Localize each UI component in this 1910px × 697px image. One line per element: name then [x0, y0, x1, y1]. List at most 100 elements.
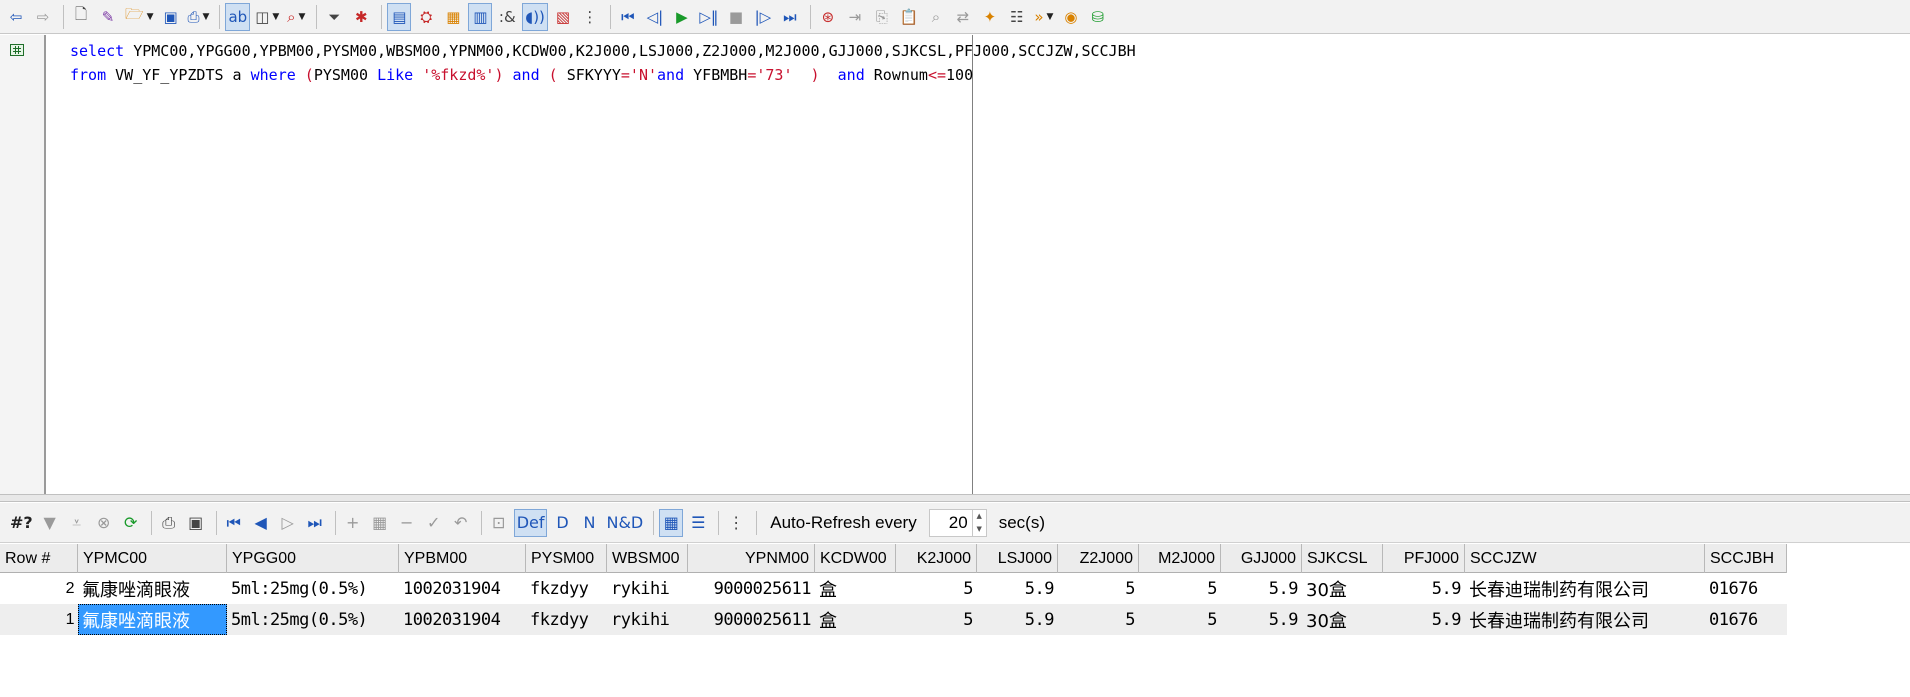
refresh-interval-value[interactable]: 20 [930, 513, 972, 533]
column-header[interactable]: YPMC00 [78, 544, 227, 573]
table-cell[interactable]: 5 [1058, 604, 1139, 635]
detail-view-icon[interactable]: D [550, 509, 574, 537]
table-cell[interactable]: 5ml:25mg(0.5%) [227, 604, 399, 635]
table-cell[interactable]: 长春迪瑞制药有限公司 [1465, 573, 1705, 604]
indent-icon[interactable]: ⇥ [843, 3, 867, 31]
substitution-icon[interactable]: :& [495, 3, 519, 31]
table-cell[interactable]: 9000025611 [688, 604, 815, 635]
table-cell[interactable]: 9000025611 [688, 573, 815, 604]
stop-icon[interactable]: ■ [724, 3, 748, 31]
row-number[interactable]: 1 [0, 604, 78, 635]
cancel-icon[interactable]: ⊗ [92, 509, 116, 537]
format-icon[interactable]: ⋮ [578, 3, 602, 31]
column-header[interactable]: GJJ000 [1221, 544, 1302, 573]
table-cell[interactable]: 5.9 [1221, 604, 1302, 635]
column-header[interactable]: K2J000 [896, 544, 977, 573]
table-cell[interactable]: 30盒 [1302, 573, 1383, 604]
table-cell[interactable]: rykihi [607, 573, 688, 604]
table-cell[interactable]: 5.9 [1221, 573, 1302, 604]
table-cell[interactable]: 01676 [1705, 573, 1787, 604]
table-cell[interactable]: 5 [1139, 604, 1221, 635]
save-icon[interactable]: ▣ [184, 509, 208, 537]
column-header[interactable]: PYSM00 [526, 544, 607, 573]
chevron-up-icon[interactable]: ▲ [973, 510, 986, 523]
table-row[interactable]: 1 氟康唑滴眼液 5ml:25mg(0.5%) 1002031904 fkzdy… [0, 604, 1787, 635]
next-record-icon[interactable]: ▷ [276, 509, 300, 537]
hierarchy-icon[interactable]: ☷ [1005, 3, 1029, 31]
text-mode-icon[interactable]: ab [225, 2, 251, 31]
table-cell[interactable]: 5 [1139, 573, 1221, 604]
export-icon[interactable]: ▦ [441, 3, 465, 31]
table-cell[interactable]: 5.9 [977, 573, 1058, 604]
table-cell[interactable]: fkzdyy [526, 604, 607, 635]
stepper-buttons[interactable]: ▲ ▼ [971, 509, 986, 536]
refresh-interval-stepper[interactable]: 20 ▲ ▼ [928, 508, 987, 537]
normal-view-icon[interactable]: N [577, 509, 601, 537]
pane-splitter[interactable] [0, 494, 1910, 502]
table-cell[interactable]: 5 [896, 604, 977, 635]
open-folder-icon[interactable]: 🗁 ▼ [123, 3, 156, 31]
dbms-output-icon[interactable]: ◖)) [522, 2, 548, 31]
column-header[interactable]: YPGG00 [227, 544, 399, 573]
column-header[interactable]: SCCJZW [1465, 544, 1705, 573]
lightning-icon[interactable]: » ▼ [1032, 3, 1056, 31]
table-cell[interactable]: 1002031904 [399, 604, 526, 635]
table-cell[interactable]: 5 [896, 573, 977, 604]
table-cell[interactable]: 5.9 [1383, 573, 1465, 604]
filter-icon[interactable]: ▼ [38, 509, 62, 537]
single-record-view-icon[interactable]: #? [8, 509, 35, 537]
column-header[interactable]: M2J000 [1139, 544, 1221, 573]
result-grid[interactable]: Row # YPMC00 YPGG00 YPBM00 PYSM00 WBSM00… [0, 544, 1910, 697]
default-view-icon[interactable]: Def [513, 508, 548, 537]
back-arrow-icon[interactable]: ⇦ [4, 3, 28, 31]
help-icon[interactable]: ◉ [1059, 3, 1083, 31]
column-header[interactable]: LSJ000 [977, 544, 1058, 573]
last-record-icon[interactable]: ⏭ [303, 509, 327, 537]
split-view-icon[interactable]: ◫ ▼ [253, 3, 281, 31]
column-header[interactable]: SCCJBH [1705, 544, 1787, 573]
new-template-icon[interactable]: ✎ [96, 3, 120, 31]
column-header[interactable]: KCDW00 [815, 544, 896, 573]
table-cell[interactable]: 01676 [1705, 604, 1787, 635]
table-cell[interactable]: 盒 [815, 604, 896, 635]
forward-arrow-icon[interactable]: ⇨ [31, 3, 55, 31]
column-layout-icon[interactable]: ⋮ [724, 509, 748, 537]
save-icon[interactable]: ▣ [159, 3, 183, 31]
sql-editor[interactable]: select YPMC00,YPGG00,YPBM00,PYSM00,WBSM0… [0, 35, 1910, 494]
sql-code[interactable]: select YPMC00,YPGG00,YPBM00,PYSM00,WBSM0… [70, 39, 1136, 87]
column-header[interactable]: YPBM00 [399, 544, 526, 573]
table-cell[interactable]: rykihi [607, 604, 688, 635]
new-document-icon[interactable]: 🗋 [69, 3, 93, 31]
clear-filter-icon[interactable]: ⩡ [65, 509, 89, 537]
chevron-down-icon[interactable]: ▼ [1047, 12, 1054, 22]
first-icon[interactable]: ⏮ [616, 3, 640, 31]
step-back-icon[interactable]: ◁| [643, 3, 667, 31]
previous-record-icon[interactable]: ◀ [249, 509, 273, 537]
print-icon[interactable]: ⎙ [157, 509, 181, 537]
print-icon[interactable]: ⎙ ▼ [186, 3, 212, 31]
table-cell[interactable]: 30盒 [1302, 604, 1383, 635]
sql-window-icon[interactable]: ▤ [387, 2, 412, 31]
table-cell[interactable]: 5.9 [1383, 604, 1465, 635]
table-cell[interactable]: fkzdyy [526, 573, 607, 604]
chevron-down-icon[interactable]: ▼ [147, 12, 154, 22]
chevron-down-icon[interactable]: ▼ [203, 12, 210, 22]
insert-record-icon[interactable]: + [341, 509, 365, 537]
clear-filter-icon[interactable]: ✱ [349, 3, 373, 31]
execute-icon[interactable]: ⛭ [414, 3, 438, 31]
table-cell[interactable]: 5 [1058, 573, 1139, 604]
delete-record-icon[interactable]: − [395, 509, 419, 537]
column-header[interactable]: WBSM00 [607, 544, 688, 573]
table-cell[interactable]: 氟康唑滴眼液 [78, 573, 227, 604]
table-cell[interactable]: 盒 [815, 573, 896, 604]
filter-icon[interactable]: ⏷ [322, 3, 346, 31]
column-header[interactable]: Row # [0, 544, 78, 573]
database-icon[interactable]: ⛁ [1086, 3, 1110, 31]
refresh-icon[interactable]: ⟳ [119, 509, 143, 537]
duplicate-record-icon[interactable]: ▦ [368, 509, 392, 537]
run-icon[interactable]: ▶ [670, 3, 694, 31]
column-header[interactable]: Z2J000 [1058, 544, 1139, 573]
last-icon[interactable]: ⏭ [778, 3, 802, 31]
query-by-example-icon[interactable]: ⊡ [487, 509, 511, 537]
form-view-icon[interactable]: ☰ [686, 509, 710, 537]
